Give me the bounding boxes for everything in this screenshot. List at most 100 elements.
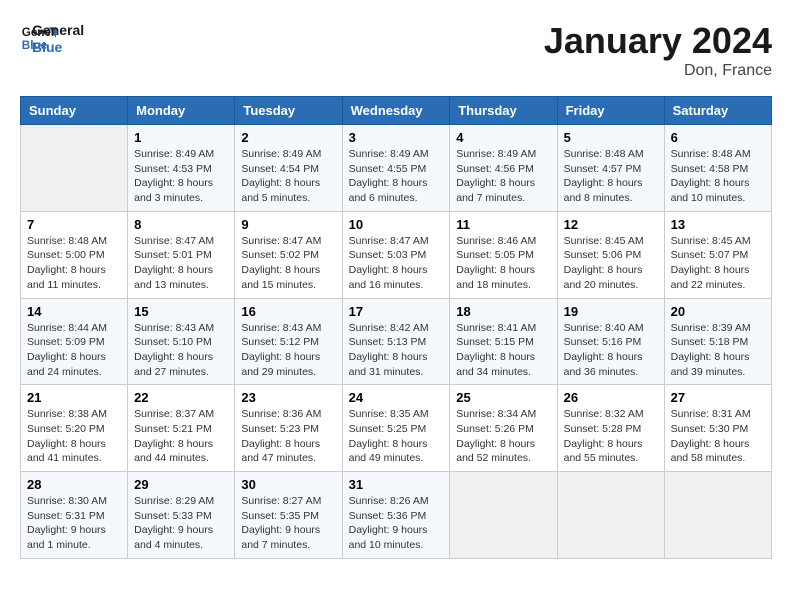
- day-cell: 28 Sunrise: 8:30 AMSunset: 5:31 PMDayligh…: [21, 472, 128, 559]
- day-info: Sunrise: 8:39 AMSunset: 5:18 PMDaylight:…: [671, 321, 765, 380]
- day-info: Sunrise: 8:45 AMSunset: 5:06 PMDaylight:…: [564, 234, 658, 293]
- day-cell: 6 Sunrise: 8:48 AMSunset: 4:58 PMDaylight…: [664, 125, 771, 212]
- day-cell: 17 Sunrise: 8:42 AMSunset: 5:13 PMDayligh…: [342, 298, 450, 385]
- logo-blue: Blue: [32, 39, 84, 56]
- day-cell: 24 Sunrise: 8:35 AMSunset: 5:25 PMDayligh…: [342, 385, 450, 472]
- header-sunday: Sunday: [21, 97, 128, 125]
- day-info: Sunrise: 8:42 AMSunset: 5:13 PMDaylight:…: [349, 321, 444, 380]
- day-cell: 19 Sunrise: 8:40 AMSunset: 5:16 PMDayligh…: [557, 298, 664, 385]
- day-cell: 2 Sunrise: 8:49 AMSunset: 4:54 PMDaylight…: [235, 125, 342, 212]
- day-number: 31: [349, 477, 444, 492]
- header-thursday: Thursday: [450, 97, 557, 125]
- day-number: 29: [134, 477, 228, 492]
- day-cell: 23 Sunrise: 8:36 AMSunset: 5:23 PMDayligh…: [235, 385, 342, 472]
- day-cell: 22 Sunrise: 8:37 AMSunset: 5:21 PMDayligh…: [128, 385, 235, 472]
- day-cell: 7 Sunrise: 8:48 AMSunset: 5:00 PMDaylight…: [21, 211, 128, 298]
- day-cell: 16Sunrise: 8:43 AMSunset: 5:12 PMDayligh…: [235, 298, 342, 385]
- day-cell: 21 Sunrise: 8:38 AMSunset: 5:20 PMDayligh…: [21, 385, 128, 472]
- day-cell: [21, 125, 128, 212]
- day-number: 8: [134, 217, 228, 232]
- day-info: Sunrise: 8:47 AMSunset: 5:03 PMDaylight:…: [349, 234, 444, 293]
- day-number: 6: [671, 130, 765, 145]
- day-cell: 15 Sunrise: 8:43 AMSunset: 5:10 PMDayligh…: [128, 298, 235, 385]
- day-info: Sunrise: 8:43 AMSunset: 5:10 PMDaylight:…: [134, 321, 228, 380]
- calendar-title: January 2024: [544, 20, 772, 62]
- day-info: Sunrise: 8:32 AMSunset: 5:28 PMDaylight:…: [564, 407, 658, 466]
- day-info: Sunrise: 8:30 AMSunset: 5:31 PMDaylight:…: [27, 494, 121, 553]
- day-number: 19: [564, 304, 658, 319]
- header-wednesday: Wednesday: [342, 97, 450, 125]
- day-info: Sunrise: 8:47 AMSunset: 5:02 PMDaylight:…: [241, 234, 335, 293]
- day-cell: [664, 472, 771, 559]
- logo-general: General: [32, 22, 84, 39]
- day-info: Sunrise: 8:31 AMSunset: 5:30 PMDaylight:…: [671, 407, 765, 466]
- day-info: Sunrise: 8:46 AMSunset: 5:05 PMDaylight:…: [456, 234, 550, 293]
- day-cell: 10 Sunrise: 8:47 AMSunset: 5:03 PMDayligh…: [342, 211, 450, 298]
- day-info: Sunrise: 8:45 AMSunset: 5:07 PMDaylight:…: [671, 234, 765, 293]
- day-cell: 14 Sunrise: 8:44 AMSunset: 5:09 PMDayligh…: [21, 298, 128, 385]
- logo: General Blue General Blue General Blue: [20, 20, 84, 56]
- day-number: 20: [671, 304, 765, 319]
- day-info: Sunrise: 8:27 AMSunset: 5:35 PMDaylight:…: [241, 494, 335, 553]
- day-cell: 25 Sunrise: 8:34 AMSunset: 5:26 PMDayligh…: [450, 385, 557, 472]
- day-info: Sunrise: 8:40 AMSunset: 5:16 PMDaylight:…: [564, 321, 658, 380]
- day-info: Sunrise: 8:48 AMSunset: 5:00 PMDaylight:…: [27, 234, 121, 293]
- day-cell: 5Sunrise: 8:48 AMSunset: 4:57 PMDaylight…: [557, 125, 664, 212]
- day-info: Sunrise: 8:35 AMSunset: 5:25 PMDaylight:…: [349, 407, 444, 466]
- day-cell: 12 Sunrise: 8:45 AMSunset: 5:06 PMDayligh…: [557, 211, 664, 298]
- day-number: 4: [456, 130, 550, 145]
- day-info: Sunrise: 8:44 AMSunset: 5:09 PMDaylight:…: [27, 321, 121, 380]
- day-number: 28: [27, 477, 121, 492]
- day-number: 16: [241, 304, 335, 319]
- day-number: 25: [456, 390, 550, 405]
- day-info: Sunrise: 8:47 AMSunset: 5:01 PMDaylight:…: [134, 234, 228, 293]
- day-info: Sunrise: 8:49 AMSunset: 4:56 PMDaylight:…: [456, 147, 550, 206]
- day-cell: [450, 472, 557, 559]
- page-header: General Blue General Blue General Blue J…: [20, 20, 772, 80]
- day-cell: 1 Sunrise: 8:49 AMSunset: 4:53 PMDaylight…: [128, 125, 235, 212]
- day-number: 11: [456, 217, 550, 232]
- day-cell: 4 Sunrise: 8:49 AMSunset: 4:56 PMDaylight…: [450, 125, 557, 212]
- week-row-2: 7 Sunrise: 8:48 AMSunset: 5:00 PMDaylight…: [21, 211, 772, 298]
- day-number: 13: [671, 217, 765, 232]
- day-number: 7: [27, 217, 121, 232]
- day-number: 27: [671, 390, 765, 405]
- day-number: 10: [349, 217, 444, 232]
- day-cell: [557, 472, 664, 559]
- day-number: 1: [134, 130, 228, 145]
- day-number: 5: [564, 130, 658, 145]
- day-info: Sunrise: 8:37 AMSunset: 5:21 PMDaylight:…: [134, 407, 228, 466]
- day-cell: 27 Sunrise: 8:31 AMSunset: 5:30 PMDayligh…: [664, 385, 771, 472]
- day-cell: 13 Sunrise: 8:45 AMSunset: 5:07 PMDayligh…: [664, 211, 771, 298]
- day-info: Sunrise: 8:36 AMSunset: 5:23 PMDaylight:…: [241, 407, 335, 466]
- day-number: 23: [241, 390, 335, 405]
- week-row-4: 21 Sunrise: 8:38 AMSunset: 5:20 PMDayligh…: [21, 385, 772, 472]
- day-number: 12: [564, 217, 658, 232]
- day-cell: 20 Sunrise: 8:39 AMSunset: 5:18 PMDayligh…: [664, 298, 771, 385]
- day-info: Sunrise: 8:48 AMSunset: 4:58 PMDaylight:…: [671, 147, 765, 206]
- day-cell: 29Sunrise: 8:29 AMSunset: 5:33 PMDayligh…: [128, 472, 235, 559]
- day-number: 14: [27, 304, 121, 319]
- day-number: 21: [27, 390, 121, 405]
- day-number: 22: [134, 390, 228, 405]
- day-info: Sunrise: 8:26 AMSunset: 5:36 PMDaylight:…: [349, 494, 444, 553]
- day-cell: 18 Sunrise: 8:41 AMSunset: 5:15 PMDayligh…: [450, 298, 557, 385]
- day-info: Sunrise: 8:49 AMSunset: 4:54 PMDaylight:…: [241, 147, 335, 206]
- day-info: Sunrise: 8:34 AMSunset: 5:26 PMDaylight:…: [456, 407, 550, 466]
- day-cell: 9Sunrise: 8:47 AMSunset: 5:02 PMDaylight…: [235, 211, 342, 298]
- day-number: 24: [349, 390, 444, 405]
- day-info: Sunrise: 8:49 AMSunset: 4:53 PMDaylight:…: [134, 147, 228, 206]
- header-saturday: Saturday: [664, 97, 771, 125]
- day-cell: 31 Sunrise: 8:26 AMSunset: 5:36 PMDayligh…: [342, 472, 450, 559]
- day-number: 15: [134, 304, 228, 319]
- week-row-5: 28 Sunrise: 8:30 AMSunset: 5:31 PMDayligh…: [21, 472, 772, 559]
- day-cell: 8 Sunrise: 8:47 AMSunset: 5:01 PMDaylight…: [128, 211, 235, 298]
- week-row-1: 1 Sunrise: 8:49 AMSunset: 4:53 PMDaylight…: [21, 125, 772, 212]
- day-info: Sunrise: 8:49 AMSunset: 4:55 PMDaylight:…: [349, 147, 444, 206]
- day-number: 2: [241, 130, 335, 145]
- day-number: 17: [349, 304, 444, 319]
- day-cell: 3Sunrise: 8:49 AMSunset: 4:55 PMDaylight…: [342, 125, 450, 212]
- day-number: 18: [456, 304, 550, 319]
- day-info: Sunrise: 8:38 AMSunset: 5:20 PMDaylight:…: [27, 407, 121, 466]
- day-info: Sunrise: 8:41 AMSunset: 5:15 PMDaylight:…: [456, 321, 550, 380]
